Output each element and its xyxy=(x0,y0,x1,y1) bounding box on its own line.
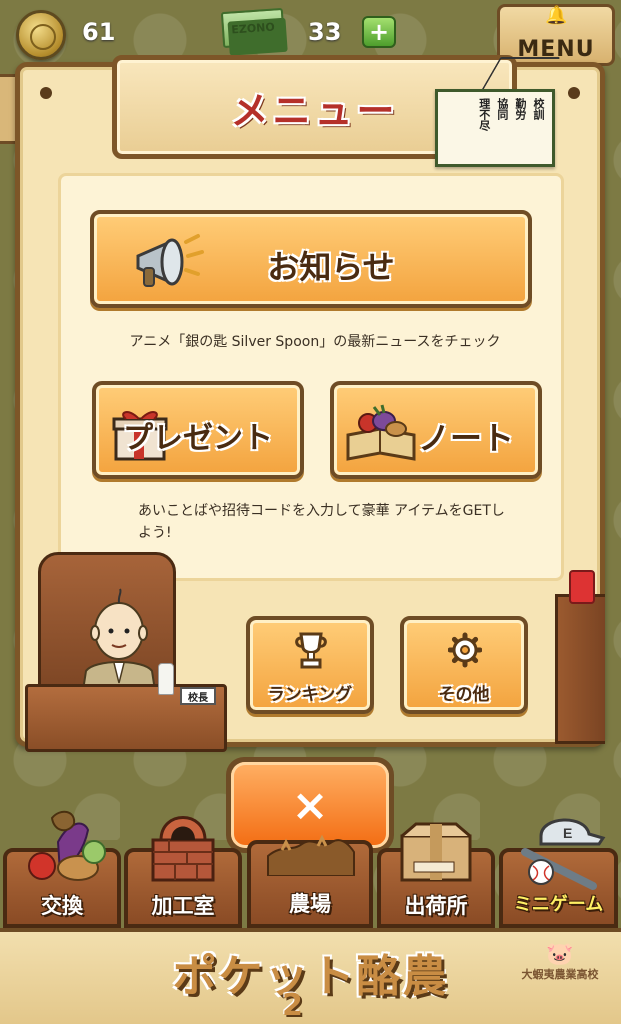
school-logo-text: 大蝦夷農業高校 xyxy=(521,968,599,981)
shipping-box-icon xyxy=(400,822,472,882)
present-button[interactable]: プレゼント xyxy=(92,381,304,479)
news-caption: アニメ「銀の匙 Silver Spoon」の最新ニュースをチェック xyxy=(129,334,501,350)
vegetables-icon xyxy=(28,810,106,881)
motto-line: 協同 xyxy=(495,98,509,120)
wooden-shelf xyxy=(555,594,605,744)
school-motto-sign: 校訓 勤労 協同 理不尽 xyxy=(435,89,555,167)
cowbell-icon: 🔔 xyxy=(545,5,568,26)
news-button-label: お知らせ xyxy=(267,248,395,286)
present-caption: あいことばや招待コードを入力して豪華 アイテムをGETしよう! xyxy=(138,503,505,541)
note-button[interactable]: ノート xyxy=(330,381,542,479)
coin-icon xyxy=(16,10,66,60)
baseball-icon: E xyxy=(520,818,605,890)
svg-text:E: E xyxy=(563,825,572,841)
principal-nameplate: 校長 xyxy=(180,687,216,705)
rivet xyxy=(40,87,52,99)
brick-oven-icon xyxy=(151,816,215,882)
principal-character xyxy=(80,588,158,697)
trophy-icon xyxy=(295,632,327,669)
nav-processing-room[interactable]: 加工室 xyxy=(124,816,242,928)
other-button[interactable]: その他 xyxy=(400,616,528,714)
motto-line: 理不尽 xyxy=(477,98,491,131)
nav-exchange-label: 交換 xyxy=(41,894,83,918)
nav-processing-label: 加工室 xyxy=(151,894,215,918)
nav-exchange[interactable]: 交換 xyxy=(3,810,121,928)
game-logo-number: 2 xyxy=(282,988,303,1023)
rivet xyxy=(568,87,580,99)
gear-icon xyxy=(448,632,482,668)
ranking-button[interactable]: ランキング xyxy=(246,616,374,714)
school-logo: 🐷 大蝦夷農業高校 xyxy=(508,942,612,1020)
present-button-label: プレゼント xyxy=(123,421,273,456)
menu-panel: メニュー 校訓 勤労 協同 理不尽 お知らせ アニメ「銀の匙 Silver Sp… xyxy=(15,55,605,752)
ranking-button-label: ランキング xyxy=(267,685,353,705)
nav-shipping[interactable]: 出荷所 xyxy=(377,822,495,928)
nav-shipping-label: 出荷所 xyxy=(404,894,468,918)
ezono-ticket-icon: EZONO xyxy=(220,7,286,49)
school-crest-icon: 🐷 xyxy=(546,942,574,967)
jar-icon xyxy=(569,570,595,604)
nav-farm-label: 農場 xyxy=(289,892,331,916)
note-button-label: ノート xyxy=(417,419,514,457)
other-button-label: その他 xyxy=(438,685,490,705)
ticket-count: 33 xyxy=(308,18,342,46)
milk-bottle xyxy=(158,663,174,695)
add-tickets-button[interactable]: + xyxy=(362,16,396,48)
motto-heading: 校訓 xyxy=(532,98,545,120)
news-button[interactable]: お知らせ xyxy=(90,210,532,308)
footer-banner: ポケット酪農 2 🐷 大蝦夷農業高校 xyxy=(0,928,621,1024)
nav-farm[interactable]: 農場 xyxy=(247,834,373,928)
nav-minigame-label: ミニゲーム xyxy=(513,894,604,915)
motto-line: 勤労 xyxy=(513,98,527,120)
farm-icon xyxy=(267,834,355,876)
coin-count: 61 xyxy=(82,18,116,46)
nav-minigame[interactable]: E ミニゲーム xyxy=(499,818,618,928)
